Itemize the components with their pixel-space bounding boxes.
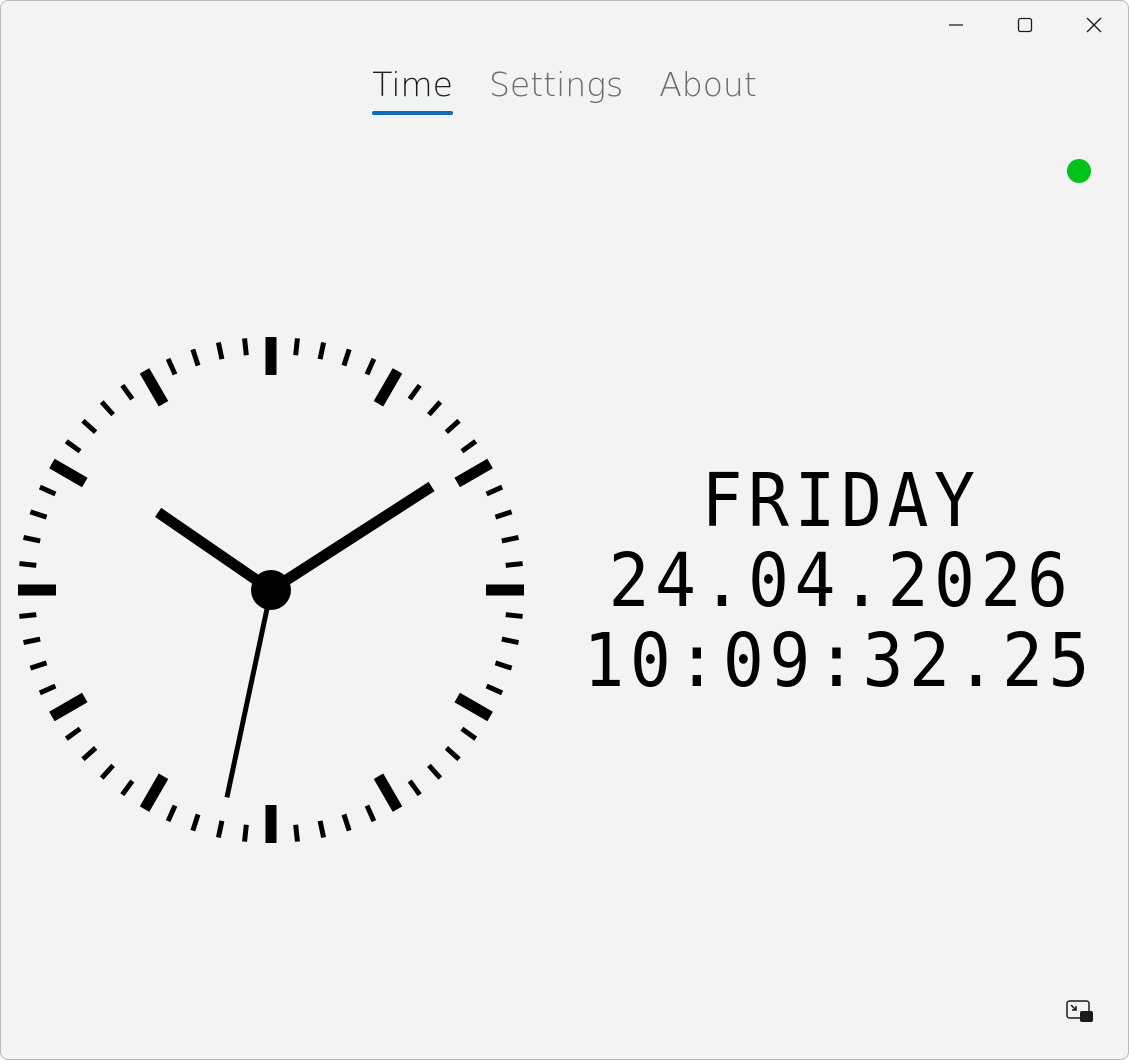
minute-tick	[64, 726, 82, 741]
minute-tick	[120, 383, 135, 401]
tab-about-label: About	[659, 65, 757, 104]
minute-tick	[293, 824, 300, 842]
minimize-button[interactable]	[921, 1, 990, 49]
minute-tick	[38, 484, 57, 497]
minute-tick	[407, 779, 422, 797]
minute-hand	[268, 481, 435, 595]
minute-tick	[460, 726, 478, 741]
hour-tick	[373, 773, 403, 812]
minute-tick	[494, 660, 513, 671]
minute-tick	[190, 813, 201, 832]
hour-tick	[373, 368, 403, 407]
caption-buttons	[921, 1, 1128, 49]
tab-about[interactable]: About	[659, 65, 757, 114]
compact-overlay-button[interactable]	[1065, 999, 1095, 1025]
minute-tick	[317, 820, 327, 838]
clock-center-hub	[251, 570, 291, 610]
minute-tick	[19, 612, 37, 619]
minute-tick	[165, 357, 178, 376]
minute-tick	[99, 763, 115, 780]
minute-tick	[485, 683, 504, 696]
minute-tick	[485, 484, 504, 497]
minute-tick	[38, 683, 57, 696]
minute-tick	[444, 418, 461, 434]
day-of-week: FRIDAY	[701, 458, 981, 544]
minute-tick	[427, 763, 443, 780]
time-display: 10:09:32.25 AM	[583, 618, 1128, 704]
close-icon	[1086, 17, 1101, 33]
minute-tick	[364, 357, 377, 376]
analog-clock	[18, 337, 524, 843]
status-indicator	[1067, 159, 1091, 183]
minute-tick	[505, 561, 523, 568]
maximize-button[interactable]	[990, 1, 1059, 49]
hour-tick	[139, 773, 169, 812]
hour-tick	[139, 368, 169, 407]
hour-tick	[454, 692, 493, 722]
compact-overlay-icon	[1066, 1000, 1093, 1022]
hour-tick	[49, 692, 88, 722]
minimize-icon	[948, 24, 963, 26]
minute-tick	[165, 804, 178, 823]
minute-tick	[23, 636, 41, 646]
minute-tick	[190, 348, 201, 367]
minute-tick	[364, 804, 377, 823]
minute-tick	[215, 820, 225, 838]
minute-tick	[505, 612, 523, 619]
minute-tick	[501, 636, 519, 646]
minute-tick	[407, 383, 422, 401]
minute-tick	[29, 660, 48, 671]
minute-tick	[64, 439, 82, 454]
minute-tick	[494, 509, 513, 520]
second-hand	[224, 589, 274, 798]
minute-tick	[120, 779, 135, 797]
hour-tick	[49, 458, 88, 488]
minute-tick	[460, 439, 478, 454]
minute-tick	[317, 342, 327, 360]
minute-tick	[293, 338, 300, 356]
minute-tick	[29, 509, 48, 520]
minute-tick	[215, 342, 225, 360]
hour-hand	[154, 507, 275, 595]
minute-tick	[242, 338, 249, 356]
minute-tick	[341, 813, 352, 832]
minute-tick	[81, 418, 98, 434]
minute-tick	[242, 824, 249, 842]
close-button[interactable]	[1059, 1, 1128, 49]
minute-tick	[99, 400, 115, 417]
minute-tick	[19, 561, 37, 568]
date-display: 24.04.2026	[608, 538, 1074, 624]
minute-tick	[81, 746, 98, 762]
hour-tick	[454, 458, 493, 488]
maximize-icon	[1017, 17, 1032, 33]
minute-tick	[427, 400, 443, 417]
app-window: Time Settings About FRIDAY 24.04.2026 10…	[0, 0, 1129, 1060]
minute-tick	[444, 746, 461, 762]
minute-tick	[23, 534, 41, 544]
digital-readout: FRIDAY 24.04.2026 10:09:32.25 AM	[561, 458, 1128, 704]
minute-tick	[341, 348, 352, 367]
minute-tick	[501, 534, 519, 544]
